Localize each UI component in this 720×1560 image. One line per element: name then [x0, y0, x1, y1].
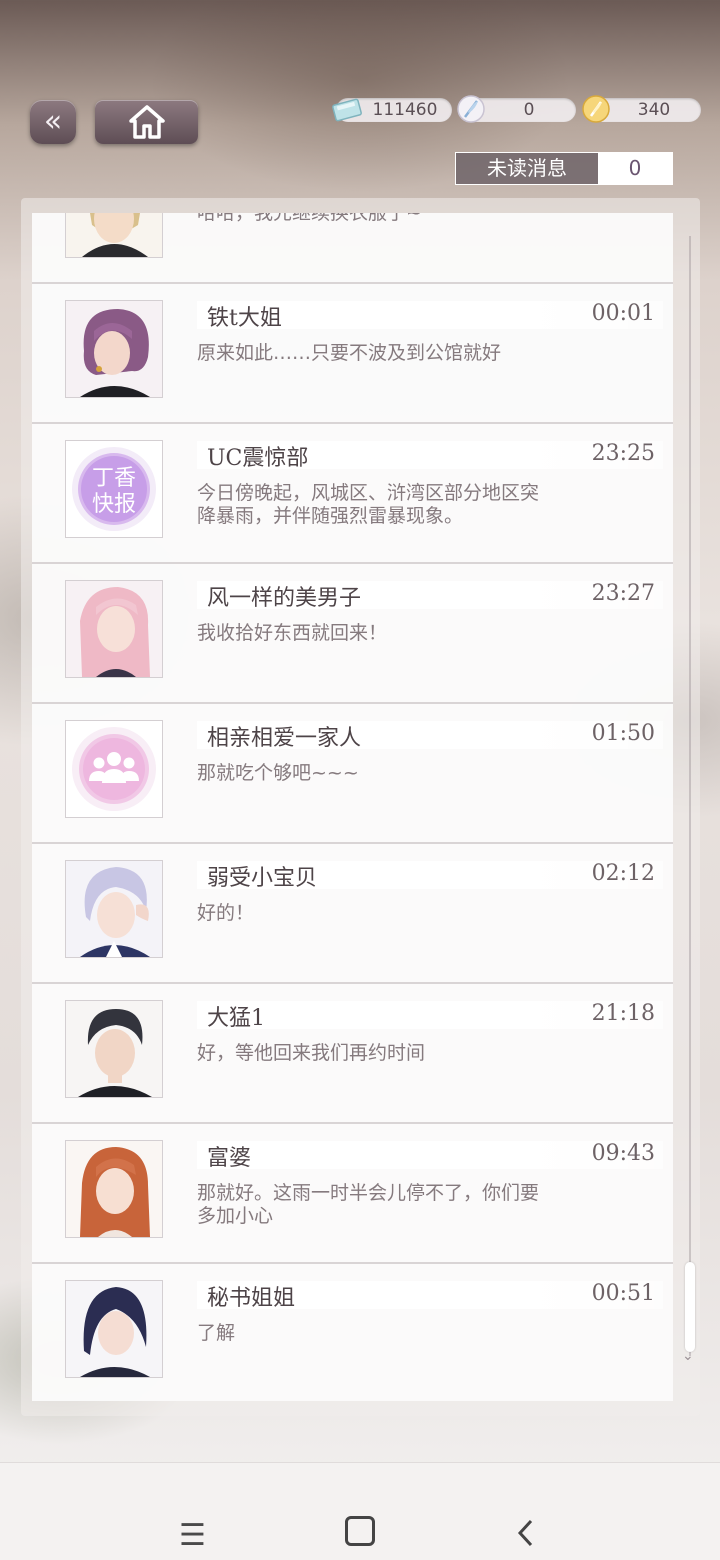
gold-coin-icon: [582, 95, 610, 123]
message-preview: 原来如此……只要不波及到公馆就好: [197, 342, 502, 364]
message-time: 21:18: [591, 1001, 655, 1026]
purple-hair-woman-avatar: [65, 300, 163, 398]
contact-name: 风一样的美男子: [207, 586, 362, 611]
scrollbar-thumb[interactable]: [685, 1262, 695, 1352]
back-chevron-icon[interactable]: [515, 1518, 535, 1556]
message-time: 23:25: [591, 441, 655, 466]
back-button[interactable]: «: [30, 100, 76, 144]
contact-name: 铁t大姐: [207, 306, 282, 331]
auburn-hair-woman-avatar: [65, 1140, 163, 1238]
message-time: 00:01: [591, 301, 655, 326]
message-preview: 那就吃个够吧~~~: [197, 762, 359, 784]
silver-hair-man-avatar: [65, 860, 163, 958]
ticket-counter[interactable]: 111460: [332, 98, 452, 122]
message-preview: 那就好。这雨一时半会儿停不了，你们要多加小心: [197, 1182, 540, 1227]
message-preview: 今日傍晚起，风城区、浒湾区部分地区突降暴雨，并伴随强烈雷暴现象。: [197, 482, 540, 527]
contact-name: 富婆: [207, 1146, 252, 1171]
navy-hair-woman-avatar: [65, 1280, 163, 1378]
coin-counter[interactable]: 340: [582, 95, 701, 123]
scrollbar-track[interactable]: [689, 236, 691, 1356]
scroll-down-icon: ⌄: [682, 1348, 694, 1364]
conversation-item[interactable]: 丁香 快报 UC震惊部 23:25 今日傍晚起，风城区、浒湾区部分地区突降暴雨，…: [32, 424, 673, 564]
menu-icon[interactable]: ☰: [179, 1518, 206, 1553]
conversation-item[interactable]: 哈哈，我先继续换衣服了~: [32, 213, 673, 284]
message-preview: 我收拾好东西就回来！: [197, 622, 388, 644]
feather-counter[interactable]: 0: [457, 95, 576, 123]
news-logo-avatar: 丁香 快报: [65, 440, 163, 538]
contact-name: 相亲相爱一家人: [207, 726, 362, 751]
group-icon-avatar: [65, 720, 163, 818]
contact-name: UC震惊部: [207, 446, 309, 471]
message-time: 01:50: [591, 721, 655, 746]
blonde-man-avatar: [65, 213, 163, 258]
house-icon: [129, 105, 165, 139]
news-logo-line-1: 丁香: [92, 466, 136, 491]
conversation-item[interactable]: 秘书姐姐 00:51 了解: [32, 1264, 673, 1401]
feather-value: 0: [523, 100, 535, 120]
message-time: 02:12: [591, 861, 655, 886]
message-time: 00:51: [591, 1281, 655, 1306]
conversation-item[interactable]: 风一样的美男子 23:27 我收拾好东西就回来！: [32, 564, 673, 704]
ticket-value: 111460: [372, 100, 438, 120]
conversation-item[interactable]: 相亲相爱一家人 01:50 那就吃个够吧~~~: [32, 704, 673, 844]
unread-count: 0: [598, 153, 672, 184]
home-button[interactable]: [95, 100, 198, 144]
conversation-item[interactable]: 富婆 09:43 那就好。这雨一时半会儿停不了，你们要多加小心: [32, 1124, 673, 1264]
message-preview: 好，等他回来我们再约时间: [197, 1042, 426, 1064]
unread-label: 未读消息: [456, 153, 598, 184]
conversation-list[interactable]: 哈哈，我先继续换衣服了~ 铁t大姐 00:01 原来如此……只要不波及到公馆就好: [32, 213, 673, 1401]
unread-messages-indicator: 未读消息 0: [455, 152, 673, 185]
coin-value: 340: [637, 100, 671, 120]
conversation-item[interactable]: 铁t大姐 00:01 原来如此……只要不波及到公馆就好: [32, 284, 673, 424]
pink-hair-man-avatar: [65, 580, 163, 678]
message-preview: 好的！: [197, 902, 255, 924]
message-preview: 了解: [197, 1322, 236, 1344]
contact-name: 弱受小宝贝: [207, 866, 318, 891]
message-preview: 哈哈，我先继续换衣服了~: [197, 213, 422, 224]
feather-icon: [457, 95, 485, 123]
home-square-icon[interactable]: [345, 1516, 375, 1546]
ticket-icon: [332, 98, 362, 122]
contact-name: 秘书姐姐: [207, 1286, 296, 1311]
conversation-item[interactable]: 大猛1 21:18 好，等他回来我们再约时间: [32, 984, 673, 1124]
contact-name: 大猛1: [207, 1006, 265, 1031]
message-time: 09:43: [591, 1141, 655, 1166]
dark-hair-man-avatar: [65, 1000, 163, 1098]
message-time: 23:27: [591, 581, 655, 606]
news-logo-line-2: 快报: [92, 492, 136, 517]
conversation-item[interactable]: 弱受小宝贝 02:12 好的！: [32, 844, 673, 984]
